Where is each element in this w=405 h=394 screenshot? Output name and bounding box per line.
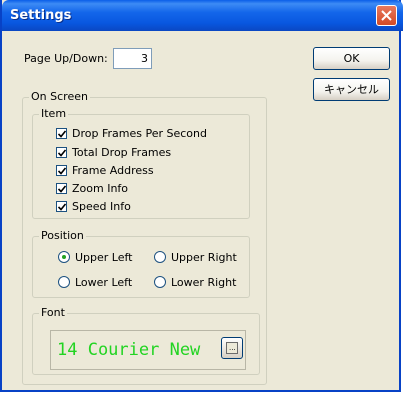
radio-label-lower-right: Lower Right (171, 276, 237, 289)
checkbox-label-zoom-info: Zoom Info (72, 182, 129, 195)
title-bar[interactable]: Settings (2, 0, 403, 31)
radio-lower-left[interactable] (58, 276, 70, 288)
checkbox-zoom-info[interactable] (56, 183, 67, 194)
font-browse-label: ... (229, 344, 236, 352)
check-icon (58, 149, 66, 157)
checkbox-frame-address[interactable] (56, 165, 67, 176)
checkbox-label-drop-frames-per-second: Drop Frames Per Second (72, 127, 207, 140)
check-icon (58, 167, 66, 175)
check-icon (58, 185, 66, 193)
radio-label-lower-left: Lower Left (75, 276, 133, 289)
close-button[interactable] (376, 5, 397, 26)
window-title: Settings (10, 8, 72, 23)
radio-upper-right[interactable] (154, 251, 166, 263)
radio-lower-right[interactable] (154, 276, 166, 288)
on-screen-group-label: On Screen (29, 90, 90, 103)
font-preview: 14 Courier New (50, 330, 246, 370)
ok-button[interactable]: OK (313, 47, 390, 70)
checkbox-label-speed-info: Speed Info (72, 200, 131, 213)
page-updown-label: Page Up/Down: (24, 52, 108, 65)
checkbox-total-drop-frames[interactable] (56, 147, 67, 158)
page-updown-input[interactable]: 3 (113, 48, 152, 69)
check-icon (58, 130, 66, 138)
settings-dialog: Settings Page Up/Down: 3 OK キャンセル On Scr… (0, 0, 403, 392)
position-group-label: Position (39, 229, 86, 242)
radio-label-upper-right: Upper Right (171, 251, 237, 264)
checkbox-drop-frames-per-second[interactable] (56, 128, 67, 139)
radio-selected-dot (62, 255, 66, 259)
check-icon (58, 203, 66, 211)
radio-label-upper-left: Upper Left (75, 251, 133, 264)
checkbox-label-frame-address: Frame Address (72, 164, 154, 177)
checkbox-label-total-drop-frames: Total Drop Frames (72, 146, 172, 159)
item-group-label: Item (39, 107, 69, 120)
close-icon (381, 10, 392, 21)
font-browse-button[interactable]: ... (221, 337, 243, 359)
cancel-button[interactable]: キャンセル (313, 78, 390, 101)
radio-upper-left[interactable] (58, 251, 70, 263)
font-group-label: Font (39, 306, 67, 319)
checkbox-speed-info[interactable] (56, 201, 67, 212)
font-browse-icon: ... (226, 342, 238, 354)
